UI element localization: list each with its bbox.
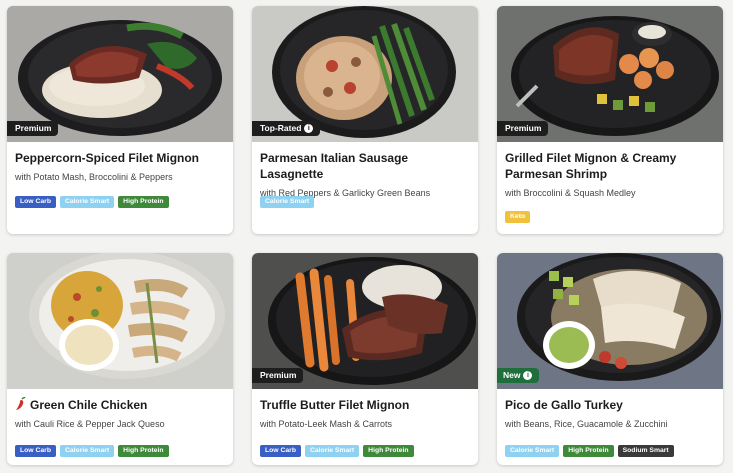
meal-title[interactable]: Parmesan Italian Sausage Lasagnette xyxy=(260,150,470,182)
meal-subtitle: with Potato Mash, Broccolini & Peppers xyxy=(15,172,173,182)
tag-calorie-smart: Calorie Smart xyxy=(505,445,560,457)
meal-badge: Premium xyxy=(7,121,59,136)
meal-card[interactable]: New i Pico de Gallo Turkey with Beans, R… xyxy=(497,253,723,465)
tag-calorie-smart: Calorie Smart xyxy=(304,445,360,457)
tag-calorie-smart: Calorie Smart xyxy=(59,196,115,208)
meal-badge: New i xyxy=(497,368,540,383)
chili-pepper-icon xyxy=(16,397,26,410)
meal-badge: Top-Rated i xyxy=(252,121,321,136)
meal-grid: Premium Peppercorn-Spiced Filet Mignon w… xyxy=(0,0,733,473)
meal-badge: Premium xyxy=(497,121,549,136)
tag-low-carb: Low Carb xyxy=(260,445,301,457)
meal-photo: Top-Rated i xyxy=(252,6,478,142)
meal-card[interactable]: Premium Truffle Butter Filet Mignon with… xyxy=(252,253,478,465)
info-icon[interactable]: i xyxy=(304,124,314,133)
info-icon[interactable]: i xyxy=(523,371,533,380)
meal-title[interactable]: Green Chile Chicken xyxy=(15,397,225,413)
meal-subtitle: with Potato-Leek Mash & Carrots xyxy=(260,419,393,429)
meal-subtitle: with Cauli Rice & Pepper Jack Queso xyxy=(15,419,165,429)
meal-photo: Premium xyxy=(252,253,478,389)
tag-high-protein: High Protein xyxy=(363,445,414,457)
tag-low-carb: Low Carb xyxy=(15,196,56,208)
tag-low-carb: Low Carb xyxy=(15,445,56,457)
meal-card[interactable]: Green Chile Chicken with Cauli Rice & Pe… xyxy=(7,253,233,465)
tag-high-protein: High Protein xyxy=(118,445,169,457)
meal-photo: Premium xyxy=(7,6,233,142)
meal-title[interactable]: Grilled Filet Mignon & Creamy Parmesan S… xyxy=(505,150,715,182)
meal-title[interactable]: Pico de Gallo Turkey xyxy=(505,397,715,413)
meal-tags: Keto xyxy=(505,211,531,223)
meal-card[interactable]: Premium Peppercorn-Spiced Filet Mignon w… xyxy=(7,6,233,234)
meal-card[interactable]: Premium Grilled Filet Mignon & Creamy Pa… xyxy=(497,6,723,234)
meal-title[interactable]: Truffle Butter Filet Mignon xyxy=(260,397,470,413)
tag-high-protein: High Protein xyxy=(563,445,614,457)
meal-photo xyxy=(7,253,233,389)
tag-sodium-smart: Sodium Smart xyxy=(617,445,674,457)
tag-calorie-smart: Calorie Smart xyxy=(260,196,315,208)
meal-photo: Premium xyxy=(497,6,723,142)
meal-tags: Low Carb Calorie Smart High Protein xyxy=(15,445,169,457)
meal-title[interactable]: Peppercorn-Spiced Filet Mignon xyxy=(15,150,225,166)
meal-tags: Calorie Smart xyxy=(260,196,315,208)
meal-photo: New i xyxy=(497,253,723,389)
meal-tags: Low Carb Calorie Smart High Protein xyxy=(15,196,169,208)
meal-tags: Low Carb Calorie Smart High Protein xyxy=(260,445,414,457)
meal-subtitle: with Beans, Rice, Guacamole & Zucchini xyxy=(505,419,668,429)
tag-high-protein: High Protein xyxy=(118,196,169,208)
meal-badge: Premium xyxy=(252,368,304,383)
meal-tags: Calorie Smart High Protein Sodium Smart xyxy=(505,445,674,457)
meal-subtitle: with Broccolini & Squash Medley xyxy=(505,188,636,198)
meal-card[interactable]: Top-Rated i Parmesan Italian Sausage Las… xyxy=(252,6,478,234)
tag-calorie-smart: Calorie Smart xyxy=(59,445,115,457)
tag-keto: Keto xyxy=(505,211,531,223)
